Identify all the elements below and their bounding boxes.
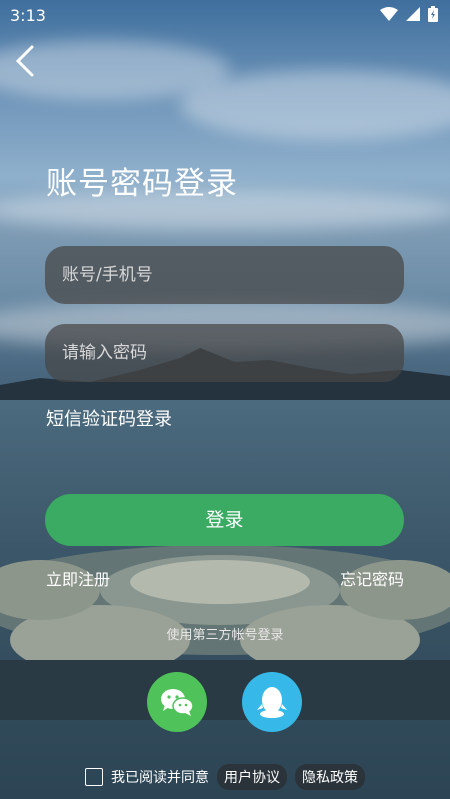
privacy-policy-link[interactable]: 隐私政策	[295, 764, 365, 790]
third-party-label: 使用第三方帐号登录	[166, 628, 284, 643]
signal-icon	[406, 7, 420, 21]
back-arrow-icon[interactable]	[12, 44, 42, 78]
qq-icon	[257, 687, 287, 718]
agreement-text: 我已阅读并同意	[111, 770, 209, 786]
forgot-password-link[interactable]: 忘记密码	[340, 566, 404, 590]
password-input[interactable]	[45, 324, 404, 382]
status-time: 3:13	[10, 6, 46, 25]
agreement-checkbox[interactable]	[85, 768, 103, 786]
login-button[interactable]: 登录	[45, 494, 404, 546]
cloud	[180, 70, 450, 140]
wechat-login-button[interactable]	[147, 672, 207, 732]
page-title: 账号密码登录	[46, 166, 238, 202]
sms-login-link[interactable]: 短信验证码登录	[46, 405, 172, 431]
qq-login-button[interactable]	[242, 672, 302, 732]
account-input[interactable]	[45, 246, 404, 304]
account-field[interactable]	[45, 246, 404, 304]
wechat-icon	[161, 689, 194, 716]
status-icons	[380, 6, 438, 22]
wifi-icon	[380, 7, 398, 21]
battery-icon	[428, 6, 438, 22]
password-field[interactable]	[45, 324, 404, 382]
register-link[interactable]: 立即注册	[46, 566, 110, 590]
user-agreement-link[interactable]: 用户协议	[217, 764, 287, 790]
status-bar: 3:13	[0, 0, 450, 32]
agreement-row: 我已阅读并同意 用户协议 隐私政策	[85, 764, 365, 790]
login-screen: 3:13 账号密码登录 短信验证码登录 登录 立即注册 忘记密码 使用第三方帐号…	[0, 0, 450, 799]
